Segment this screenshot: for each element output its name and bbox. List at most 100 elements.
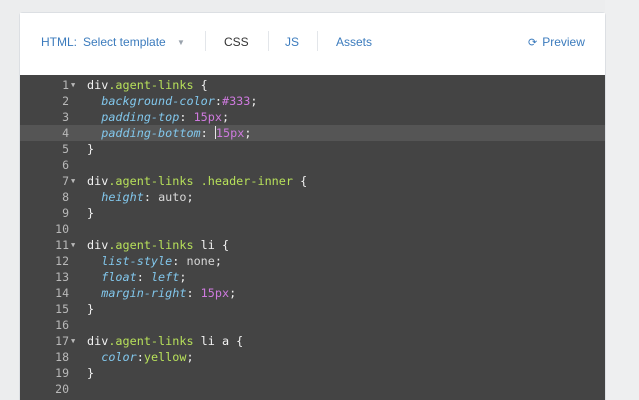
tab-assets[interactable]: Assets <box>336 35 372 49</box>
code-line: 11 ▼ div.agent-links li { <box>20 237 605 253</box>
html-label: HTML: <box>41 35 77 49</box>
code-text: float: left; <box>87 269 186 285</box>
code-line: 16 <box>20 317 605 333</box>
value-token: yellow <box>143 350 187 364</box>
line-number: 10 <box>55 222 69 236</box>
code-line: 13 float: left; <box>20 269 605 285</box>
line-number: 6 <box>62 158 69 172</box>
property-token: height <box>101 190 144 204</box>
toolbar-divider <box>317 31 318 51</box>
punctuation-token: ; <box>186 350 194 364</box>
punctuation-token: { <box>193 78 208 92</box>
punctuation-token: ; <box>229 286 237 300</box>
code-line: 20 <box>20 381 605 397</box>
line-number: 20 <box>55 382 69 396</box>
punctuation-token: : <box>136 270 151 284</box>
code-text: padding-bottom: 15px; <box>87 125 251 141</box>
number-token: 15 <box>200 286 215 300</box>
punctuation-token: : <box>136 350 144 364</box>
fold-toggle-icon[interactable]: ▼ <box>71 77 75 93</box>
line-number: 7 <box>62 174 69 188</box>
code-text: } <box>87 141 94 157</box>
preview-button[interactable]: ⟳ Preview <box>528 35 585 49</box>
code-text: list-style: none; <box>87 253 222 269</box>
fold-toggle-icon[interactable]: ▼ <box>71 237 75 253</box>
fold-toggle-icon[interactable]: ▼ <box>71 173 75 189</box>
value-token: none <box>186 254 215 268</box>
punctuation-token: ; <box>244 126 252 140</box>
unit-token: px <box>214 286 230 300</box>
code-line: 15 } <box>20 301 605 317</box>
line-number: 12 <box>55 254 69 268</box>
template-select[interactable]: Select template <box>83 35 166 49</box>
code-text: div.agent-links { <box>87 77 208 93</box>
code-line: 9 } <box>20 205 605 221</box>
code-line: 3 padding-top: 15px; <box>20 109 605 125</box>
property-token: margin-right <box>101 286 187 300</box>
code-text: color:yellow; <box>87 349 194 365</box>
chevron-down-icon[interactable]: ▼ <box>177 38 185 47</box>
toolbar-divider <box>205 31 206 51</box>
code-line: 14 margin-right: 15px; <box>20 285 605 301</box>
code-text: } <box>87 301 94 317</box>
class-token: .agent-links <box>108 174 194 188</box>
property-token: color <box>101 350 137 364</box>
punctuation-token: ; <box>222 110 230 124</box>
punctuation-token: { <box>293 174 308 188</box>
editor-toolbar: HTML: Select template ▼ CSS JS Assets ⟳ P… <box>20 13 605 75</box>
punctuation-token: } <box>87 302 95 316</box>
line-number: 11 <box>55 238 69 252</box>
code-text: } <box>87 365 94 381</box>
code-line: 10 <box>20 221 605 237</box>
punctuation-token <box>194 174 201 188</box>
line-number: 18 <box>55 350 69 364</box>
selector-token: li { <box>193 238 230 252</box>
class-token: .header-inner <box>200 174 293 188</box>
tab-css[interactable]: CSS <box>224 35 249 49</box>
selector-token: li a { <box>193 334 244 348</box>
fold-toggle-icon[interactable]: ▼ <box>71 333 75 349</box>
line-number: 8 <box>62 190 69 204</box>
punctuation-token: ; <box>179 270 187 284</box>
punctuation-token: ; <box>214 254 222 268</box>
tab-js[interactable]: JS <box>285 35 299 49</box>
number-token: 15 <box>193 110 208 124</box>
line-number: 15 <box>55 302 69 316</box>
line-number: 14 <box>55 286 69 300</box>
code-line: 12 list-style: none; <box>20 253 605 269</box>
code-text: } <box>87 205 94 221</box>
code-text: background-color:#333; <box>87 93 258 109</box>
value-token: left <box>150 270 180 284</box>
active-code-line: 4 padding-bottom: 15px; <box>20 125 605 141</box>
line-number: 4 <box>62 126 69 140</box>
app-window: HTML: Select template ▼ CSS JS Assets ⟳ P… <box>0 0 639 400</box>
selector-token: div <box>87 174 109 188</box>
selector-token: div <box>87 78 109 92</box>
value-token: auto <box>158 190 187 204</box>
window-margin <box>605 0 639 400</box>
punctuation-token: : <box>200 126 215 140</box>
property-token: list-style <box>101 254 173 268</box>
editor-panel: HTML: Select template ▼ CSS JS Assets ⟳ P… <box>20 13 605 400</box>
line-number: 17 <box>55 334 69 348</box>
selector-token: div <box>87 334 109 348</box>
code-line: 1 ▼ div.agent-links { <box>20 77 605 93</box>
punctuation-token: : <box>179 110 194 124</box>
line-number: 5 <box>62 142 69 156</box>
code-editor[interactable]: 1 ▼ div.agent-links { 2 background-color… <box>20 75 605 400</box>
punctuation-token: } <box>87 366 95 380</box>
class-token: .agent-links <box>108 238 194 252</box>
code-line: 17 ▼ div.agent-links li a { <box>20 333 605 349</box>
class-token: .agent-links <box>108 334 194 348</box>
class-token: .agent-links <box>108 78 194 92</box>
punctuation-token: ; <box>250 94 258 108</box>
unit-token: px <box>230 126 245 140</box>
code-line: 18 color:yellow; <box>20 349 605 365</box>
value-token: #333 <box>221 94 251 108</box>
preview-label: Preview <box>542 35 585 49</box>
number-token: 15 <box>215 126 231 140</box>
line-number: 16 <box>55 318 69 332</box>
property-token: padding-top <box>101 110 180 124</box>
punctuation-token: : <box>143 190 159 204</box>
unit-token: px <box>207 110 223 124</box>
